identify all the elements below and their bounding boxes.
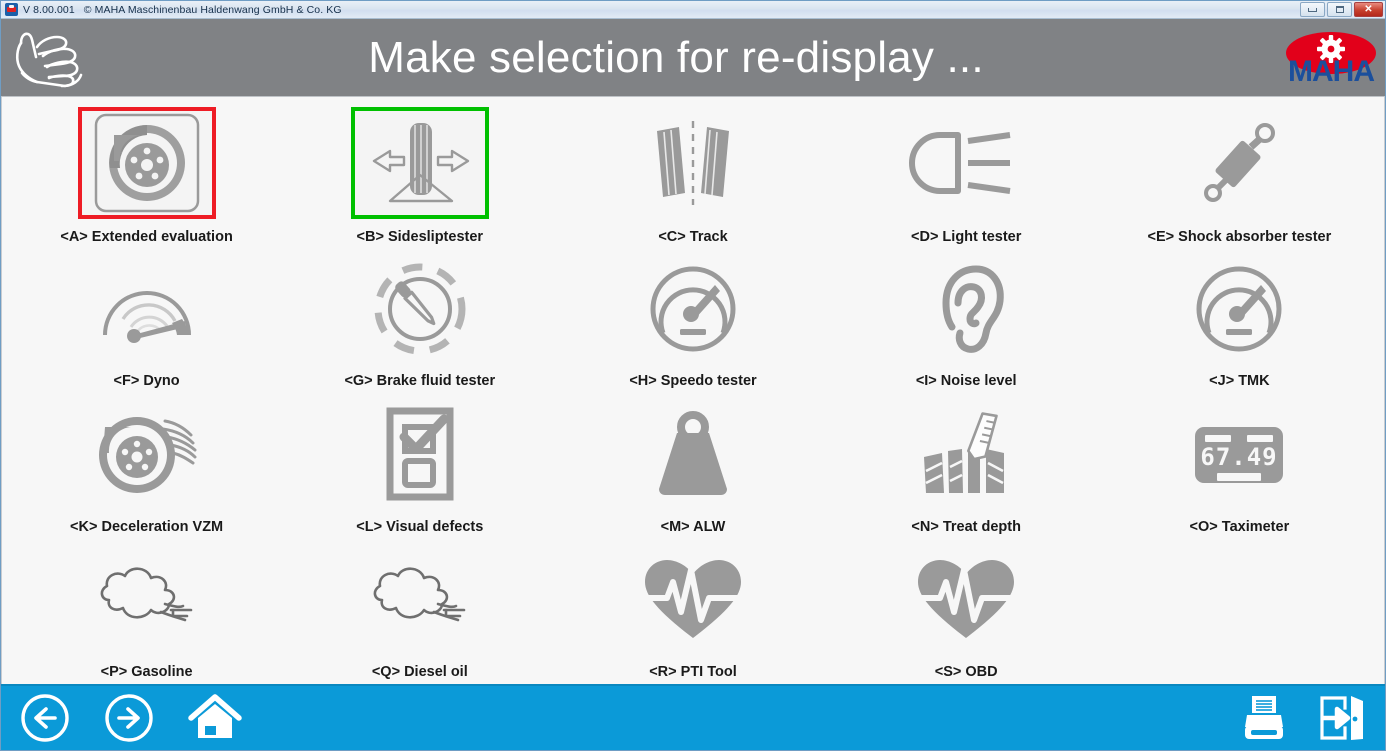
home-icon (188, 694, 242, 738)
svg-text:MAHA: MAHA (1288, 55, 1374, 88)
circled-right-arrow-icon (105, 694, 153, 742)
maximize-button[interactable] (1327, 2, 1352, 17)
exit-door-icon (1320, 696, 1363, 740)
grid-item-s[interactable]: <S> OBD (830, 538, 1103, 684)
grid-item-label: <O> Taximeter (1189, 518, 1290, 535)
home-button[interactable] (187, 692, 243, 744)
grid-item-b[interactable]: <B> Sidesliptester (283, 101, 556, 247)
grid-item-label: <K> Deceleration VZM (70, 518, 224, 535)
grid-item-k[interactable]: <K> Deceleration VZM (10, 393, 283, 539)
application-window: V 8.00.001 © MAHA Maschinenbau Haldenwan… (0, 0, 1386, 751)
grid-item-label: <Q> Diesel oil (371, 664, 468, 681)
dyno-gauge-icon (78, 253, 216, 365)
print-button[interactable] (1239, 693, 1289, 743)
grid-item-r[interactable]: <R> PTI Tool (556, 538, 829, 684)
grid-item-j[interactable]: <J> TMK (1103, 247, 1376, 393)
grid-item-a[interactable]: <A> Extended evaluation (10, 101, 283, 247)
maha-logo: MAHA (1283, 27, 1379, 89)
shock-absorber-icon (1170, 107, 1308, 219)
grid-item-c[interactable]: <C> Track (556, 101, 829, 247)
close-icon: ✕ (1364, 3, 1373, 15)
weight-icon (624, 399, 762, 511)
tread-depth-gauge-icon (897, 399, 1035, 511)
grid-item-label: <M> ALW (660, 518, 726, 535)
speedometer-icon (624, 253, 762, 365)
speedometer-icon (1170, 253, 1308, 365)
grid-item-label: <H> Speedo tester (629, 372, 757, 389)
maha-app-icon (5, 3, 18, 16)
grid-item-e[interactable]: <E> Shock absorber tester (1103, 101, 1376, 247)
taximeter-value: 67.49 (1201, 443, 1278, 471)
headlamp-beam-icon (897, 107, 1035, 219)
grid-item-label: <I> Noise level (915, 372, 1017, 389)
grid-item-label: <F> Dyno (113, 372, 180, 389)
close-button[interactable]: ✕ (1354, 2, 1383, 17)
grid-item-i[interactable]: <I> Noise level (830, 247, 1103, 393)
exit-button[interactable] (1317, 692, 1367, 744)
titlebar-copyright: © MAHA Maschinenbau Haldenwang GmbH & Co… (83, 3, 342, 16)
bottom-toolbar (1, 684, 1385, 750)
window-controls: ✕ (1300, 2, 1383, 17)
exhaust-smoke-icon (78, 544, 216, 656)
brake-disc-motion-icon (78, 399, 216, 511)
grid-item-label: <E> Shock absorber tester (1147, 229, 1332, 245)
grid-item-label: <D> Light tester (911, 229, 1022, 245)
printer-icon (1245, 696, 1283, 739)
grid-item-label: <R> PTI Tool (649, 664, 737, 681)
minimize-button[interactable] (1300, 2, 1325, 17)
heart-ecg-icon (897, 544, 1035, 656)
brake-disc-boxed-icon (77, 107, 216, 219)
grid-item-label: <N> Treat depth (911, 518, 1021, 535)
grid-item-p[interactable]: <P> Gasoline (10, 538, 283, 684)
taximeter-display-icon: 67.49 (1170, 399, 1308, 511)
grid-item-h[interactable]: <H> Speedo tester (556, 247, 829, 393)
grid-item-label: <L> Visual defects (356, 518, 484, 535)
minimize-icon (1308, 7, 1317, 12)
grid-item-o[interactable]: 67.49 <O> Taximeter (1103, 393, 1376, 539)
maximize-icon (1335, 6, 1344, 13)
page-title: Make selection for re-display ... (368, 32, 984, 82)
grid-item-label: <S> OBD (934, 664, 998, 681)
selection-grid: <A> Extended evaluation <B> Sidesliptest… (1, 97, 1385, 684)
grid-item-label: <J> TMK (1209, 372, 1270, 389)
toolbar-left-group (19, 692, 243, 744)
toolbar-right-group (1239, 692, 1367, 744)
sideslip-tester-icon (350, 107, 489, 219)
grid-item-label: <P> Gasoline (100, 664, 193, 681)
grid-item-label: <C> Track (658, 229, 728, 245)
back-button[interactable] (19, 692, 71, 744)
checklist-form-icon (351, 399, 489, 511)
grid-item-f[interactable]: <F> Dyno (10, 247, 283, 393)
grid-item-g[interactable]: <G> Brake fluid tester (283, 247, 556, 393)
wheel-alignment-track-icon (624, 107, 762, 219)
grid-item-q[interactable]: <Q> Diesel oil (283, 538, 556, 684)
titlebar-version: V 8.00.001 (23, 3, 75, 16)
grid-item-empty (1103, 538, 1376, 684)
ear-icon (897, 253, 1035, 365)
forward-button[interactable] (103, 692, 155, 744)
heart-ecg-icon (624, 544, 762, 656)
grid-item-label: <G> Brake fluid tester (344, 372, 496, 389)
grid-item-l[interactable]: <L> Visual defects (283, 393, 556, 539)
exhaust-smoke-icon (351, 544, 489, 656)
grid-item-d[interactable]: <D> Light tester (830, 101, 1103, 247)
window-titlebar: V 8.00.001 © MAHA Maschinenbau Haldenwan… (1, 1, 1385, 19)
page-header: Make selection for re-display ... MAHA (1, 19, 1385, 97)
circled-left-arrow-icon (21, 694, 69, 742)
grid-item-label: <B> Sidesliptester (356, 229, 484, 245)
grid-item-n[interactable]: <N> Treat depth (830, 393, 1103, 539)
grid-item-m[interactable]: <M> ALW (556, 393, 829, 539)
brake-fluid-pipette-icon (351, 253, 489, 365)
grid-item-label: <A> Extended evaluation (60, 229, 233, 245)
